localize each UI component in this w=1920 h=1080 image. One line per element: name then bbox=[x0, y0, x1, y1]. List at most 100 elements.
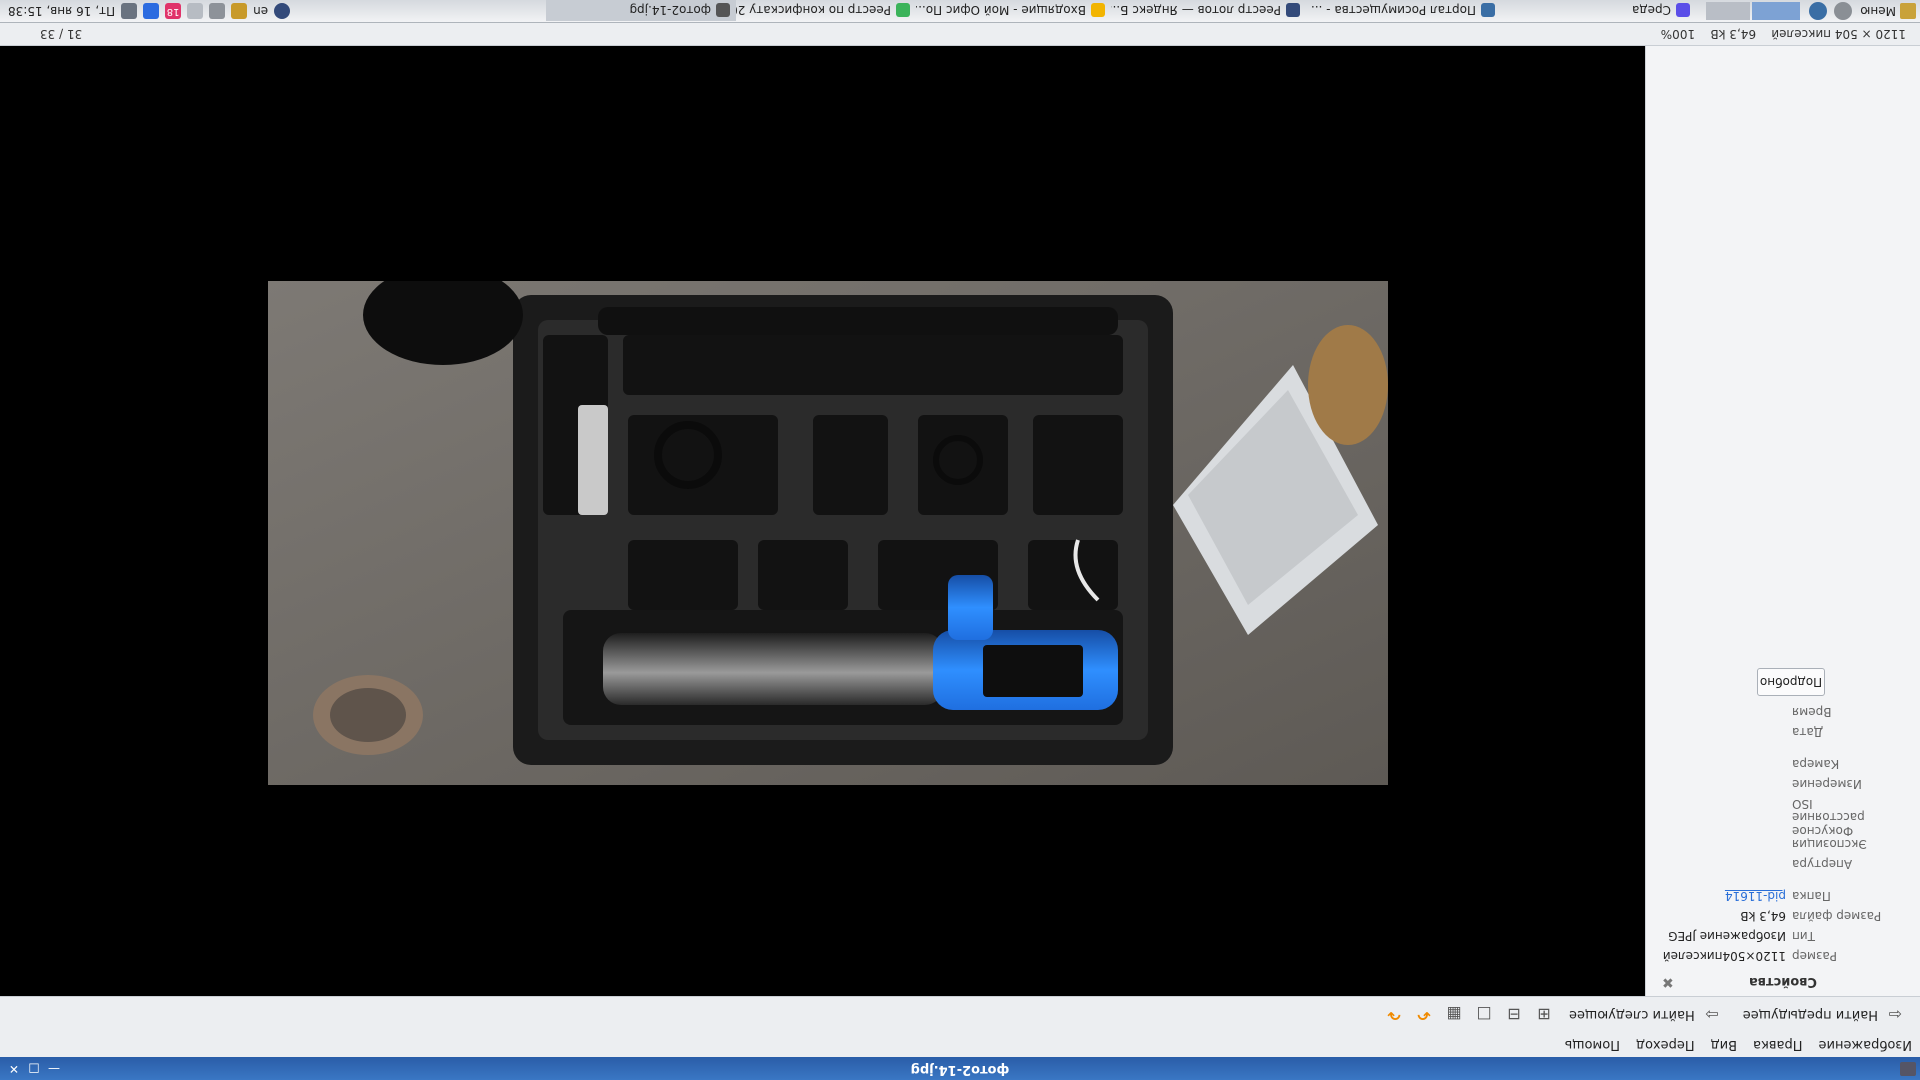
rotate-left-icon[interactable]: ↶ bbox=[1413, 1004, 1435, 1026]
minimize-icon[interactable]: — bbox=[46, 1061, 62, 1077]
prop-focal-length: Фокусное расстояние bbox=[1646, 810, 1920, 838]
toolbar: ⇦ Найти предыдущее ⇨ Найти следующее ⊞ ⊟… bbox=[0, 996, 1920, 1033]
prop-key: Измерение bbox=[1792, 777, 1862, 791]
clock[interactable]: Пт, 16 янв, 15:38 bbox=[8, 4, 115, 18]
prop-key: Экспозиция bbox=[1792, 837, 1867, 851]
arrow-left-icon: ⇦ bbox=[1888, 1005, 1902, 1025]
prop-type: Тип Изображение JPEG bbox=[1646, 926, 1920, 946]
menu-image[interactable]: Изображение bbox=[1817, 1038, 1914, 1053]
image-viewer[interactable] bbox=[0, 46, 1645, 996]
image-viewer-icon bbox=[716, 3, 730, 18]
folder-link[interactable]: pid-11614 bbox=[1725, 889, 1786, 903]
prop-metering: Измерение bbox=[1646, 774, 1920, 794]
prop-key: Время bbox=[1792, 705, 1832, 719]
file-manager-icon[interactable] bbox=[1834, 2, 1852, 20]
statusbar: 1120 × 504 пикселей 64,3 kB 100% 31 / 33 bbox=[0, 22, 1920, 46]
prop-time: Время bbox=[1646, 702, 1920, 722]
details-button[interactable]: Подробно bbox=[1757, 668, 1825, 696]
task-label: Входящие - Мой Офис По... bbox=[916, 3, 1086, 18]
image-viewer-launcher-icon[interactable] bbox=[1752, 2, 1800, 20]
prop-value: 1120×504пикселей bbox=[1662, 949, 1786, 963]
menu-go[interactable]: Переход bbox=[1634, 1038, 1697, 1053]
image-dimensions: 1120 × 504 пикселей bbox=[1771, 27, 1906, 41]
system-tray: en 18 Пт, 16 янв, 15:38 bbox=[8, 3, 291, 19]
task-label: Реестр лотов — Яндекс Б... bbox=[1111, 3, 1281, 18]
zoom-normal-icon[interactable]: □ bbox=[1473, 1004, 1495, 1026]
notification-badge[interactable]: 18 bbox=[165, 3, 182, 19]
displayed-photo bbox=[268, 281, 1388, 785]
menu-view[interactable]: Вид bbox=[1709, 1038, 1739, 1053]
task-label: фото2-14.jpg bbox=[629, 3, 711, 18]
yandex-browser-icon bbox=[1286, 3, 1300, 18]
zoom-level: 100% bbox=[1660, 27, 1696, 41]
task-mail[interactable]: Входящие - Мой Офис По... bbox=[916, 0, 1111, 21]
zoom-in-icon[interactable]: ⊞ bbox=[1533, 1004, 1555, 1026]
prop-key: ISO bbox=[1792, 797, 1813, 811]
rotate-right-icon[interactable]: ↷ bbox=[1383, 1004, 1405, 1026]
task-rosim[interactable]: Портал Росимущества - ... bbox=[1306, 0, 1501, 21]
screen: фото2-14.jpg — □ ✕ Изображение Правка Ви… bbox=[0, 0, 1920, 1080]
start-menu-label: Меню bbox=[1860, 4, 1896, 18]
mail-icon bbox=[1091, 3, 1105, 18]
prop-filesize: Размер файла 64,3 kB bbox=[1646, 906, 1920, 926]
prop-key: Размер файла bbox=[1792, 909, 1882, 923]
task-photo[interactable]: фото2-14.jpg bbox=[546, 0, 736, 21]
sidebar-title: Свойства bbox=[1748, 974, 1818, 989]
prop-camera: Камера bbox=[1646, 754, 1920, 774]
taskbar: Меню Среда Портал Росимущества - ... Рее… bbox=[0, 0, 1920, 23]
prop-folder: Папка pid-11614 bbox=[1646, 886, 1920, 906]
clipboard-icon[interactable] bbox=[187, 3, 204, 19]
messenger-icon[interactable] bbox=[143, 3, 160, 19]
prop-key: Фокусное расстояние bbox=[1792, 810, 1865, 838]
sreda-icon bbox=[1676, 3, 1690, 18]
monitor-icon[interactable] bbox=[121, 3, 138, 19]
mate-logo-icon bbox=[1900, 3, 1916, 19]
browser-icon[interactable] bbox=[1809, 2, 1827, 20]
menu-edit[interactable]: Правка bbox=[1751, 1038, 1804, 1053]
maximize-icon[interactable]: □ bbox=[26, 1061, 42, 1077]
prop-key: Апертура bbox=[1792, 857, 1853, 871]
file-size: 64,3 kB bbox=[1710, 27, 1757, 41]
menu-help[interactable]: Помощь bbox=[1563, 1038, 1622, 1053]
task-label: Реестр по конфискату 20... bbox=[736, 3, 891, 18]
task-label: Портал Росимущества - ... bbox=[1310, 3, 1476, 18]
close-icon[interactable]: ✖ bbox=[1662, 974, 1674, 990]
image-position: 31 / 33 bbox=[40, 27, 83, 41]
prop-key: Размер bbox=[1792, 949, 1838, 963]
prop-size: Размер 1120×504пикселей bbox=[1646, 946, 1920, 966]
keyboard-layout[interactable]: en bbox=[253, 4, 268, 18]
spreadsheet-icon bbox=[896, 3, 910, 18]
statusbar-info: 1120 × 504 пикселей 64,3 kB 100% bbox=[1661, 27, 1906, 41]
find-next-label: Найти следующее bbox=[1569, 1007, 1695, 1023]
photo-case-with-blue-device bbox=[268, 281, 1388, 785]
task-label: Среда bbox=[1631, 3, 1671, 18]
prop-key: Дата bbox=[1792, 725, 1824, 739]
window-titlebar[interactable]: фото2-14.jpg — □ ✕ bbox=[0, 1057, 1920, 1080]
prop-key: Папка bbox=[1792, 889, 1831, 903]
prop-key: Камера bbox=[1792, 757, 1840, 771]
start-menu-button[interactable]: Меню bbox=[1860, 3, 1916, 19]
task-yandex[interactable]: Реестр лотов — Яндекс Б... bbox=[1111, 0, 1306, 21]
zoom-out-icon[interactable]: ⊟ bbox=[1503, 1004, 1525, 1026]
prop-date: Дата bbox=[1646, 722, 1920, 742]
prop-value: 64,3 kB bbox=[1740, 909, 1786, 923]
menubar: Изображение Правка Вид Переход Помощь bbox=[0, 1033, 1920, 1057]
window-title: фото2-14.jpg bbox=[910, 1062, 1010, 1077]
zoom-fit-icon[interactable]: ▦ bbox=[1443, 1004, 1465, 1026]
find-next-button[interactable]: ⇨ Найти следующее bbox=[1563, 1001, 1729, 1029]
task-registry[interactable]: Реестр по конфискату 20... bbox=[736, 0, 916, 21]
find-previous-label: Найти предыдущее bbox=[1742, 1007, 1878, 1023]
task-sreda[interactable]: Среда bbox=[1501, 0, 1696, 21]
prop-key: Тип bbox=[1792, 929, 1815, 943]
network-browser-icon[interactable] bbox=[274, 3, 291, 19]
portal-icon bbox=[1481, 3, 1495, 18]
close-icon[interactable]: ✕ bbox=[6, 1061, 22, 1077]
find-previous-button[interactable]: ⇦ Найти предыдущее bbox=[1737, 1001, 1912, 1029]
arrow-right-icon: ⇨ bbox=[1705, 1005, 1719, 1025]
prop-aperture: Апертура bbox=[1646, 854, 1920, 874]
notes-icon[interactable] bbox=[231, 3, 248, 19]
sidebar-header: Свойства ✖ bbox=[1646, 966, 1920, 996]
blank-launcher-icon[interactable] bbox=[1706, 2, 1750, 20]
prop-value: Изображение JPEG bbox=[1668, 929, 1786, 943]
volume-icon[interactable] bbox=[209, 3, 226, 19]
